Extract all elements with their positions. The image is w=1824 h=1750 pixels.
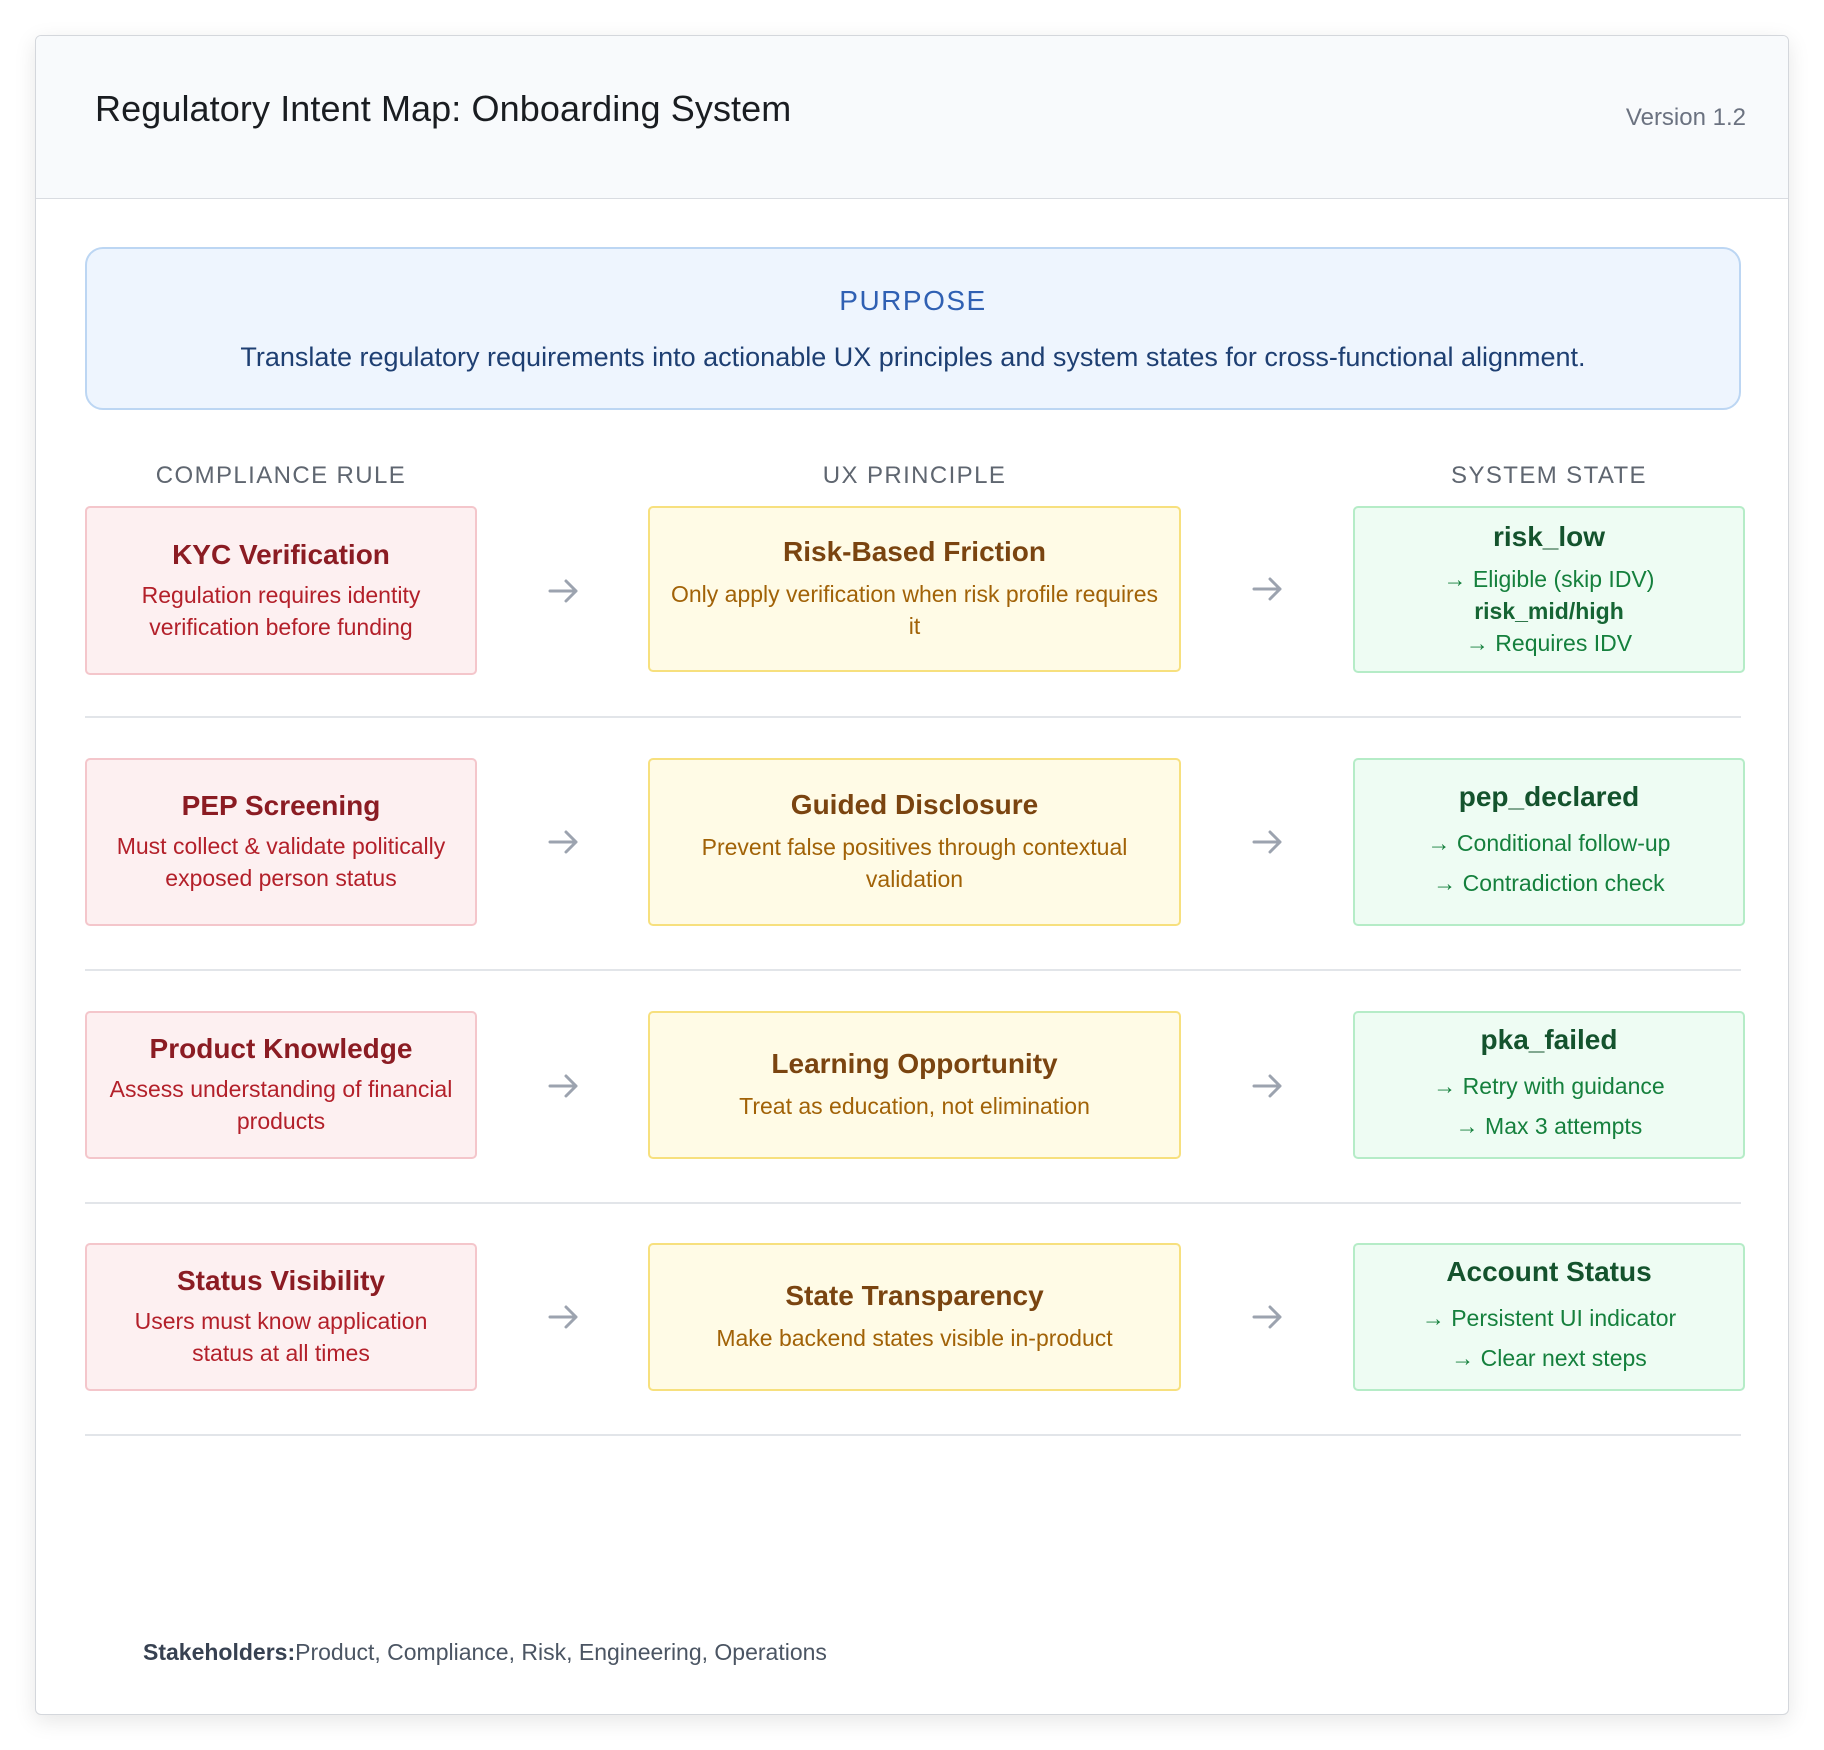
rule-box-kyc: KYC Verification Regulation requires ide… <box>85 506 477 675</box>
header: Regulatory Intent Map: Onboarding System… <box>36 36 1788 199</box>
rule-box-pep: PEP Screening Must collect & validate po… <box>85 758 477 926</box>
state-title: pka_failed <box>1480 1024 1618 1055</box>
ux-description: Make backend states visible in-product <box>716 1325 1113 1351</box>
state-line: → Clear next steps <box>1451 1345 1647 1371</box>
arrow-right-icon <box>1252 830 1282 854</box>
column-header-ux-principle: UX PRINCIPLE <box>822 462 1007 489</box>
column-header-system-state: SYSTEM STATE <box>1451 462 1647 489</box>
arrow-right-icon <box>548 830 578 854</box>
state-line: → Max 3 attempts <box>1455 1113 1643 1139</box>
rule-title: Status Visibility <box>177 1265 385 1296</box>
state-box-account-status: Account Status → Persistent UI indicator… <box>1353 1243 1745 1391</box>
version-label: Version 1.2 <box>1625 104 1746 131</box>
state-line: → Eligible (skip IDV) <box>1443 565 1655 592</box>
arrow-right-icon <box>1252 577 1282 601</box>
stakeholders: Stakeholders:Product, Compliance, Risk, … <box>143 1639 827 1666</box>
rule-title: Product Knowledge <box>149 1033 413 1064</box>
state-subtitle: risk_mid/high <box>1474 597 1624 624</box>
stakeholders-label: Stakeholders: <box>143 1639 296 1665</box>
rule-description: Must collect & validate politically expo… <box>116 833 446 891</box>
state-title: Account Status <box>1446 1256 1652 1287</box>
rule-description: Assess understanding of financial produc… <box>109 1076 453 1134</box>
state-lines: → Retry with guidance → Max 3 attempts <box>1433 1066 1664 1146</box>
state-line: → Conditional follow-up <box>1427 830 1671 856</box>
arrow-right-icon <box>548 1074 578 1098</box>
ux-title: Learning Opportunity <box>771 1048 1058 1079</box>
state-box-pka: pka_failed → Retry with guidance → Max 3… <box>1353 1011 1745 1159</box>
row-divider <box>85 716 1741 718</box>
ux-box-guided-disclosure: Guided Disclosure Prevent false positive… <box>648 758 1181 926</box>
state-line: → Contradiction check <box>1433 870 1665 896</box>
column-header-compliance-rule: COMPLIANCE RULE <box>155 462 407 489</box>
rule-title: KYC Verification <box>172 538 390 570</box>
arrow-right-icon <box>548 579 578 603</box>
arrow-right-icon <box>1252 1074 1282 1098</box>
row-divider <box>85 1434 1741 1436</box>
state-title: pep_declared <box>1458 781 1640 812</box>
stakeholders-value: Product, Compliance, Risk, Engineering, … <box>295 1639 827 1665</box>
state-lines: → Conditional follow-up → Contradiction … <box>1428 823 1671 903</box>
ux-title: State Transparency <box>785 1280 1044 1311</box>
state-box-pep: pep_declared → Conditional follow-up → C… <box>1353 758 1745 926</box>
rule-box-product-knowledge: Product Knowledge Assess understanding o… <box>85 1011 477 1159</box>
rule-description: Regulation requires identity verificatio… <box>141 581 421 640</box>
ux-description: Prevent false positives through contextu… <box>701 834 1128 892</box>
ux-description: Treat as education, not elimination <box>739 1093 1090 1119</box>
state-box-risk: risk_low → Eligible (skip IDV) risk_mid/… <box>1353 506 1745 673</box>
arrow-right-icon <box>1252 1305 1282 1329</box>
intent-map-card: Regulatory Intent Map: Onboarding System… <box>35 35 1789 1715</box>
ux-box-learning-opportunity: Learning Opportunity Treat as education,… <box>648 1011 1181 1159</box>
ux-title: Risk-Based Friction <box>783 536 1046 567</box>
row-divider <box>85 969 1741 971</box>
ux-title: Guided Disclosure <box>790 789 1039 820</box>
ux-description: Only apply verification when risk profil… <box>670 581 1159 639</box>
rule-description: Users must know application status at al… <box>134 1308 428 1366</box>
row-divider <box>85 1202 1741 1204</box>
arrow-right-icon <box>548 1305 578 1329</box>
ux-box-risk-based-friction: Risk-Based Friction Only apply verificat… <box>648 506 1181 672</box>
ux-box-state-transparency: State Transparency Make backend states v… <box>648 1243 1181 1391</box>
state-line: → Persistent UI indicator <box>1421 1305 1677 1331</box>
state-lines: → Persistent UI indicator → Clear next s… <box>1422 1298 1676 1378</box>
page-title: Regulatory Intent Map: Onboarding System <box>95 88 792 129</box>
rule-title: PEP Screening <box>181 790 381 821</box>
rule-box-status-visibility: Status Visibility Users must know applic… <box>85 1243 477 1391</box>
purpose-text: Translate regulatory requirements into a… <box>240 342 1586 372</box>
state-line: → Retry with guidance <box>1433 1073 1665 1099</box>
purpose-panel: PURPOSE Translate regulatory requirement… <box>85 247 1741 410</box>
purpose-label: PURPOSE <box>839 285 987 316</box>
state-title: risk_low <box>1492 520 1606 552</box>
state-line: → Requires IDV <box>1465 629 1633 656</box>
